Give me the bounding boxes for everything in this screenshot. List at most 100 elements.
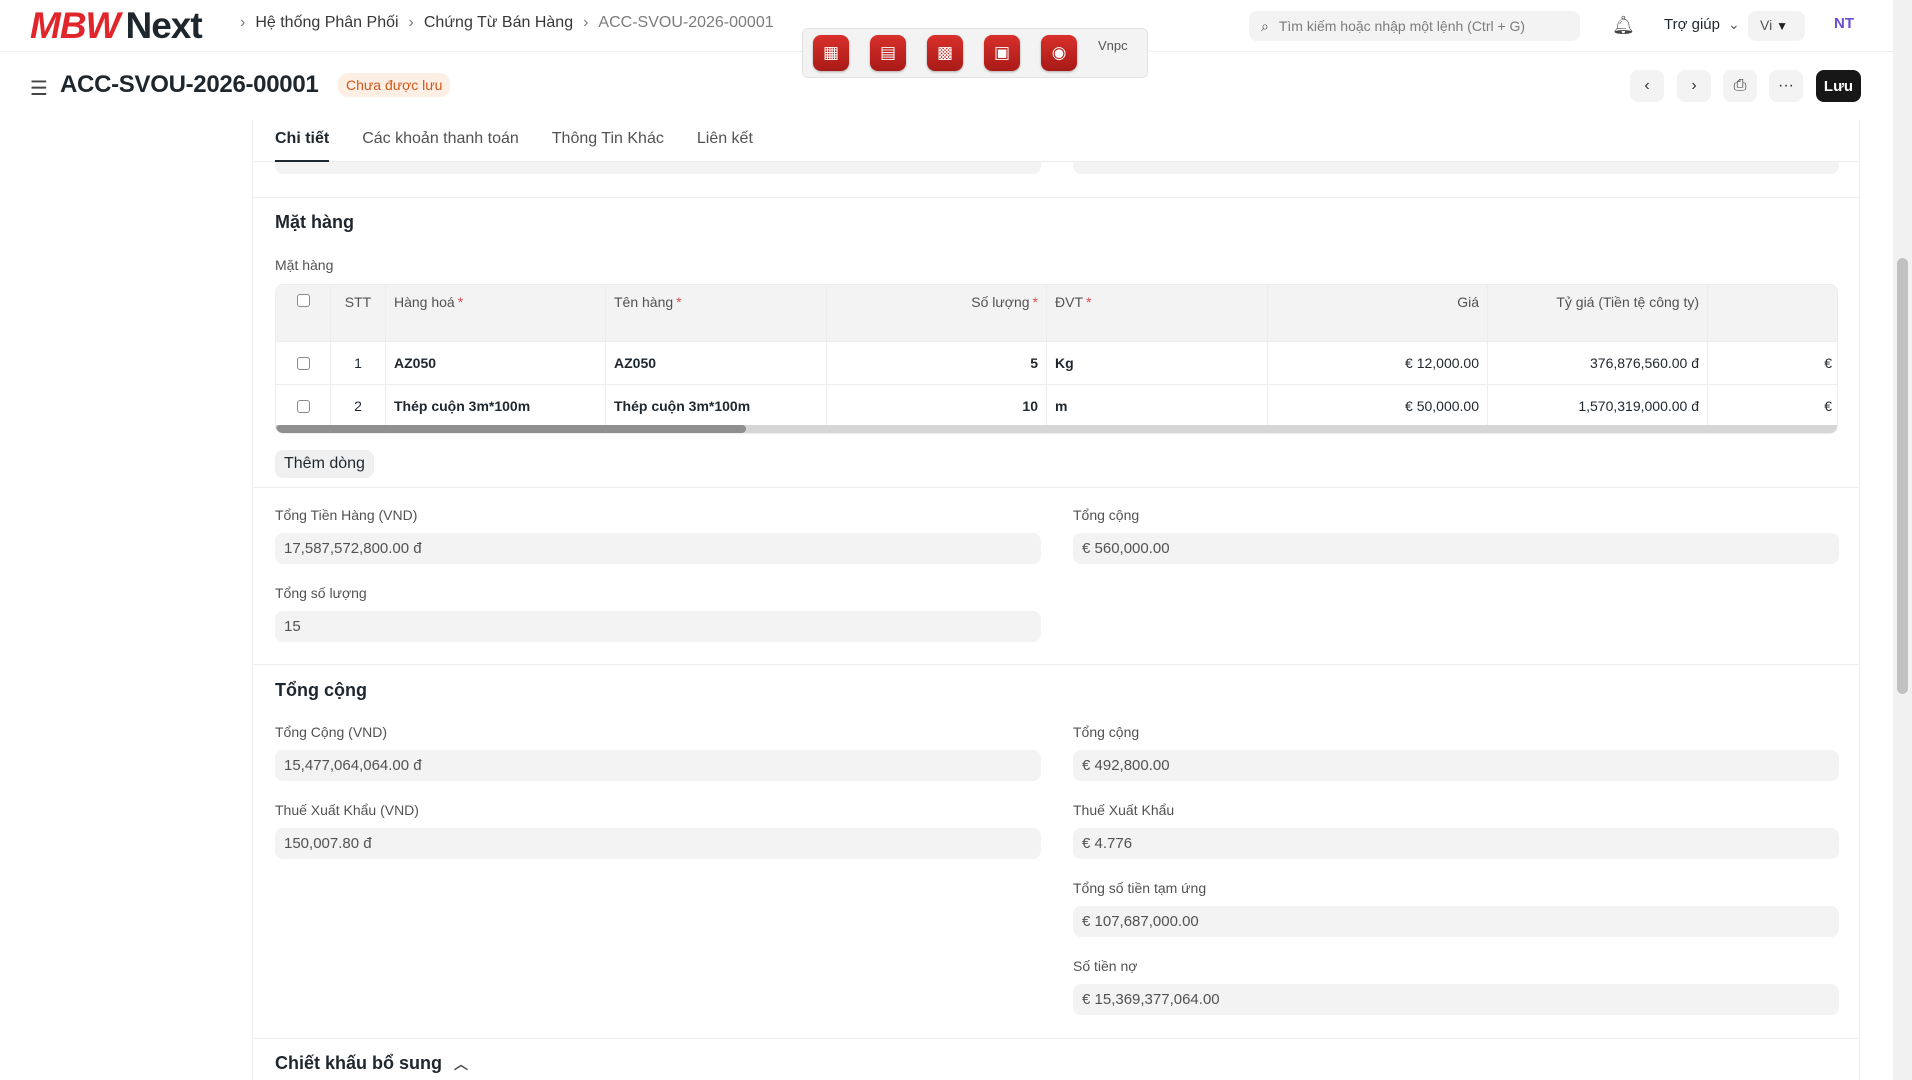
brand-logo[interactable]: MBW Next: [30, 5, 203, 46]
search-icon: ⌕: [1261, 17, 1269, 34]
base-export-tax-field[interactable]: 150,007.80 đ: [275, 828, 1041, 859]
brand-logo-part1: MBW: [30, 5, 120, 46]
select-all-checkbox[interactable]: [296, 294, 310, 307]
app-icon-inventory[interactable]: ▩: [927, 35, 963, 71]
help-dropdown[interactable]: Trợ giúp ⌄: [1664, 16, 1740, 33]
items-table-label: Mặt hàng: [275, 257, 334, 273]
outstanding-field[interactable]: € 15,369,377,064.00: [1073, 984, 1839, 1015]
cell-qty[interactable]: 10: [827, 385, 1047, 427]
page-title: ACC-SVOU-2026-00001: [60, 71, 319, 98]
cell-item-code[interactable]: Thép cuộn 3m*100m: [386, 385, 606, 427]
items-table: STT Hàng hoá * Tên hàng * Số lượng * ĐVT * G…: [275, 284, 1838, 434]
broken-image-alt: Vnpc: [1098, 38, 1128, 53]
advance-field[interactable]: € 107,687,000.00: [1073, 906, 1839, 937]
search-input[interactable]: ⌕ Tìm kiếm hoặc nhập một lệnh (Ctrl + G): [1249, 11, 1580, 41]
export-tax-label: Thuế Xuất Khẩu: [1073, 802, 1175, 818]
select-all-checkbox-cell: [276, 285, 331, 341]
chevron-up-icon: ︿: [454, 1056, 469, 1072]
breadcrumb-item-current[interactable]: ACC-SVOU-2026-00001: [598, 14, 773, 32]
field-cut-right[interactable]: [1073, 162, 1839, 174]
page-scroll-thumb[interactable]: [1897, 258, 1908, 694]
base-grand-total-label: Tổng Cộng (VND): [275, 724, 388, 740]
cell-rate[interactable]: € 50,000.00: [1268, 385, 1488, 427]
cell-item-code[interactable]: AZ050: [386, 342, 606, 384]
col-header-item-name-text: Tên hàng: [614, 294, 674, 310]
table-row[interactable]: 1 AZ050 AZ050 5 Kg € 12,000.00 376,876,5…: [276, 342, 1837, 385]
breadcrumb-item-module[interactable]: Hệ thống Phân Phối: [255, 14, 398, 32]
print-button[interactable]: ⎙: [1723, 70, 1757, 102]
chevron-down-icon: ⌄: [1727, 16, 1740, 32]
field-cut-left[interactable]: [275, 162, 1041, 174]
section-title-discount[interactable]: Chiết khấu bổ sung ︿: [275, 1053, 468, 1074]
more-actions-button[interactable]: ···: [1769, 70, 1803, 102]
tab-details[interactable]: Chi tiết: [275, 120, 330, 162]
status-badge: Chưa được lưu: [338, 73, 451, 97]
tab-other-info[interactable]: Thông Tin Khác: [552, 120, 664, 162]
search-placeholder: Tìm kiếm hoặc nhập một lệnh (Ctrl + G): [1278, 18, 1526, 34]
row-checkbox-cell: [276, 342, 331, 384]
table-header: STT Hàng hoá * Tên hàng * Số lượng * ĐVT * G…: [276, 285, 1837, 342]
cell-qty[interactable]: 5: [827, 342, 1047, 384]
section-divider: [253, 1038, 1859, 1039]
outstanding-label: Số tiền nợ: [1073, 958, 1138, 974]
col-header-item-code: Hàng hoá *: [386, 285, 606, 341]
cell-item-name[interactable]: AZ050: [606, 342, 827, 384]
col-header-rate: Giá: [1268, 285, 1488, 341]
grand-total-field[interactable]: € 492,800.00: [1073, 750, 1839, 781]
cell-uom[interactable]: Kg: [1047, 342, 1268, 384]
app-icon-location[interactable]: ◉: [1041, 35, 1077, 71]
table-row[interactable]: 2 Thép cuộn 3m*100m Thép cuộn 3m*100m 10…: [276, 385, 1837, 428]
section-divider: [253, 664, 1859, 665]
total-qty-label: Tổng số lượng: [275, 585, 367, 601]
more-horizontal-icon: ···: [1778, 77, 1794, 94]
language-select[interactable]: Vi ▼: [1748, 11, 1805, 41]
app-icon-sales[interactable]: ▦: [813, 35, 849, 71]
cell-item-name[interactable]: Thép cuộn 3m*100m: [606, 385, 827, 427]
section-divider: [253, 487, 1859, 488]
tab-payments[interactable]: Các khoản thanh toán: [362, 120, 519, 162]
col-header-overflow: [1708, 285, 1837, 341]
page-scrollbar[interactable]: [1893, 0, 1912, 1080]
required-asterisk: *: [1032, 294, 1038, 310]
col-header-item-name: Tên hàng *: [606, 285, 827, 341]
base-total-label: Tổng Tiền Hàng (VND): [275, 507, 418, 523]
section-title-totals: Tổng cộng: [275, 680, 367, 700]
base-grand-total-field[interactable]: 15,477,064,064.00 đ: [275, 750, 1041, 781]
advance-label: Tổng số tiền tạm ứng: [1073, 880, 1207, 896]
notification-bell-icon[interactable]: 🔔︎: [1612, 15, 1635, 36]
breadcrumb-chevron-icon: ›: [583, 14, 589, 31]
language-value: Vi: [1760, 17, 1773, 33]
col-header-qty: Số lượng *: [827, 285, 1047, 341]
total-field[interactable]: € 560,000.00: [1073, 533, 1839, 564]
export-tax-field[interactable]: € 4.776: [1073, 828, 1839, 859]
breadcrumb: › Hệ thống Phân Phối › Chứng Từ Bán Hàng…: [230, 14, 774, 32]
next-doc-button[interactable]: ›: [1677, 70, 1711, 102]
row-checkbox[interactable]: [296, 356, 310, 370]
broken-image-icon[interactable]: Vnpc: [1098, 35, 1138, 71]
cell-base-rate[interactable]: 376,876,560.00 đ: [1488, 342, 1708, 384]
table-scroll-thumb[interactable]: [276, 425, 746, 433]
cell-rate[interactable]: € 12,000.00: [1268, 342, 1488, 384]
avatar[interactable]: NT: [1834, 15, 1854, 32]
table-horizontal-scrollbar[interactable]: [276, 425, 1837, 433]
chevron-left-icon: ‹: [1644, 77, 1650, 94]
cell-base-rate[interactable]: 1,570,319,000.00 đ: [1488, 385, 1708, 427]
previous-doc-button[interactable]: ‹: [1630, 70, 1664, 102]
cell-overflow: €: [1824, 398, 1832, 414]
cell-uom[interactable]: m: [1047, 385, 1268, 427]
breadcrumb-item-doctype[interactable]: Chứng Từ Bán Hàng: [424, 14, 573, 32]
tab-links[interactable]: Liên kết: [697, 120, 753, 162]
app-icon-accounting[interactable]: ▣: [984, 35, 1020, 71]
app-icon-store[interactable]: ▤: [870, 35, 906, 71]
sidebar-toggle-icon[interactable]: ☰: [30, 76, 48, 101]
required-asterisk: *: [676, 294, 682, 310]
form-card: Chi tiết Các khoản thanh toán Thông Tin …: [252, 120, 1860, 1080]
add-row-button[interactable]: Thêm dòng: [275, 450, 374, 478]
save-button[interactable]: Lưu: [1816, 70, 1861, 102]
total-qty-field[interactable]: 15: [275, 611, 1041, 642]
base-total-field[interactable]: 17,587,572,800.00 đ: [275, 533, 1041, 564]
row-checkbox-cell: [276, 385, 331, 427]
total-label: Tổng cộng: [1073, 507, 1140, 523]
row-checkbox[interactable]: [296, 399, 310, 413]
section-title-items: Mặt hàng: [275, 212, 354, 232]
